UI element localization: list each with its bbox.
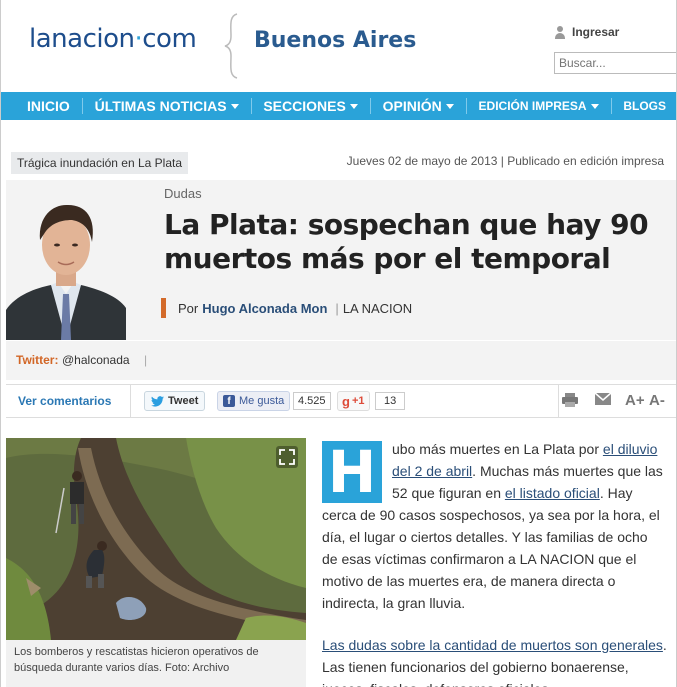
view-comments-link[interactable]: Ver comentarios	[18, 394, 111, 408]
nav-label: INICIO	[27, 98, 70, 114]
login-label: Ingresar	[572, 25, 620, 39]
google-plus-icon: g	[342, 393, 350, 409]
outlet-name: LA NACION	[342, 300, 413, 316]
twitter-label: Twitter:	[16, 353, 59, 367]
chevron-down-icon	[349, 103, 358, 109]
twitter-handle-link[interactable]: @halconada	[62, 353, 130, 367]
print-icon[interactable]	[561, 392, 579, 413]
expand-icon[interactable]	[276, 446, 298, 468]
nav-label: OPINIÓN	[382, 98, 442, 114]
chevron-down-icon	[445, 103, 454, 109]
article-kicker: Dudas	[164, 186, 202, 201]
page: lanacion·com Buenos Aires Ingresar INICI…	[0, 0, 677, 687]
google-plus-button[interactable]: g +1	[337, 391, 370, 411]
article-paragraph: Hubo más muertes en La Plata por el dilu…	[322, 438, 667, 614]
social-toolbar: Ver comentarios Tweet f Me gusta 4.525 g…	[6, 384, 676, 418]
rescue-scene-image	[6, 438, 306, 640]
article-photo[interactable]	[6, 438, 306, 640]
photo-caption: Los bomberos y rescatistas hicieron oper…	[6, 640, 306, 687]
byline-accent-bar	[161, 298, 166, 318]
login-link[interactable]: Ingresar	[554, 25, 619, 39]
facebook-like-button[interactable]: f Me gusta	[217, 391, 291, 411]
site-logo[interactable]: lanacion·com	[29, 24, 197, 54]
gplus-count: 13	[375, 392, 406, 410]
font-increase-button[interactable]: A+	[625, 392, 645, 409]
logo-suffix: com	[142, 24, 197, 54]
city-title: Buenos Aires	[254, 28, 417, 53]
twitter-bird-icon	[151, 395, 164, 407]
nav-item-secciones[interactable]: SECCIONES	[251, 98, 369, 114]
like-label: Me gusta	[239, 395, 285, 407]
email-icon[interactable]	[594, 392, 612, 411]
article-body: Hubo más muertes en La Plata por el dilu…	[322, 438, 667, 687]
nav-item-opinion[interactable]: OPINIÓN	[371, 98, 466, 114]
nav-label: EDICIÓN IMPRESA	[478, 99, 587, 113]
byline: Por Hugo Alconada Mon | LA NACION	[161, 298, 412, 318]
nav-label: SECCIONES	[263, 98, 346, 114]
section-tag[interactable]: Trágica inundación en La Plata	[11, 152, 188, 174]
author-portrait	[6, 204, 126, 340]
body-text: . Hay cerca de 90 casos sospechosos, ya …	[322, 485, 660, 611]
chevron-down-icon	[230, 103, 239, 109]
byline-separator: |	[335, 300, 339, 316]
article-infobar: Trágica inundación en La Plata Jueves 02…	[1, 150, 676, 174]
drop-cap: H	[322, 441, 382, 503]
byline-prefix: Por	[178, 300, 199, 316]
author-photo	[6, 190, 126, 340]
headline-line: La Plata: sospechan que hay 90	[164, 208, 649, 241]
nav-label: BLOGS	[623, 99, 667, 113]
nav-item-ultimas-noticias[interactable]: ÚLTIMAS NOTICIAS	[83, 98, 251, 114]
author-twitter-bar: Twitter: @halconada |	[6, 340, 676, 380]
chevron-down-icon	[590, 103, 599, 109]
facebook-icon: f	[223, 395, 235, 407]
brace-divider	[224, 13, 238, 79]
article-headline: La Plata: sospechan que hay 90 muertos m…	[164, 208, 674, 276]
toolbar-divider	[130, 385, 131, 418]
twitter-separator: |	[144, 353, 148, 367]
dateline: Jueves 02 de mayo de 2013 | Publicado en…	[346, 154, 664, 168]
article-header: Dudas La Plata: sospechan que hay 90 mue…	[6, 180, 676, 340]
gplus-label: +1	[351, 395, 365, 407]
link-dudas[interactable]: Las dudas sobre la cantidad de muertos s…	[322, 637, 663, 653]
like-count: 4.525	[293, 392, 331, 410]
link-listado-oficial[interactable]: el listado oficial	[505, 485, 600, 501]
logo-text: lanacion	[29, 24, 135, 54]
toolbar-divider	[558, 385, 559, 418]
tweet-label: Tweet	[168, 395, 199, 407]
headline-line: muertos más por el temporal	[164, 242, 611, 275]
font-decrease-button[interactable]: A-	[649, 392, 665, 409]
main-nav: INICIO ÚLTIMAS NOTICIAS SECCIONES OPINIÓ…	[1, 92, 676, 120]
tweet-button[interactable]: Tweet	[144, 391, 206, 411]
nav-item-inicio[interactable]: INICIO	[15, 98, 82, 114]
user-icon	[554, 25, 566, 39]
search-input[interactable]	[554, 52, 676, 74]
nav-item-blogs[interactable]: BLOGS	[611, 99, 676, 113]
site-header: lanacion·com Buenos Aires Ingresar	[1, 0, 676, 92]
nav-item-edicion-impresa[interactable]: EDICIÓN IMPRESA	[467, 99, 611, 113]
article-paragraph: Las dudas sobre la cantidad de muertos s…	[322, 634, 667, 687]
nav-label: ÚLTIMAS NOTICIAS	[94, 98, 227, 114]
body-text: ubo más muertes en La Plata por	[392, 441, 603, 457]
author-link[interactable]: Hugo Alconada Mon	[202, 301, 327, 316]
